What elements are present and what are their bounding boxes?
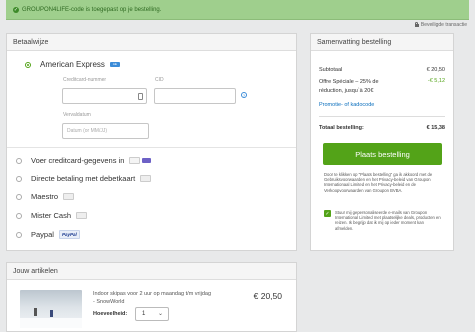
- debit-label: Directe betaling met debetkaart: [31, 174, 136, 183]
- quantity-select[interactable]: 1 ⌄: [135, 307, 169, 321]
- promo-row: Promotie- of kadocode: [319, 102, 445, 108]
- newsletter-text: Stuur mij gepersonaliseerde e-mails van …: [335, 210, 441, 231]
- maestro-label: Maestro: [31, 192, 59, 201]
- subtotal-label: Subtotaal: [319, 67, 343, 73]
- payment-option-creditcard[interactable]: Voer creditcard-gegevens in: [16, 156, 152, 165]
- quantity-label: Hoeveelheid:: [93, 311, 128, 317]
- creditcard-radio[interactable]: [16, 157, 22, 164]
- item-title: Indoor skipas voor 2 uur op maandag t/m …: [93, 291, 212, 305]
- discount-row: Offre Spéciale – 25% de réduction, jusqu…: [319, 78, 445, 96]
- subtotal-value: € 20,50: [426, 67, 445, 73]
- expiry-field[interactable]: Datum (or MM/JJ): [62, 123, 149, 139]
- payment-option-maestro[interactable]: Maestro: [16, 192, 75, 201]
- maestro-radio[interactable]: [16, 193, 22, 200]
- paypal-label: Paypal: [31, 230, 54, 239]
- mistercash-radio[interactable]: [16, 212, 22, 219]
- debit-radio[interactable]: [16, 175, 22, 182]
- debit-logo-icon: [140, 175, 152, 182]
- card-number-field[interactable]: [62, 88, 147, 104]
- terms-text: Door te klikken op "Plaats bestelling" g…: [324, 172, 433, 193]
- check-icon: ✓: [13, 6, 19, 13]
- expiry-label: Vervaldatum: [63, 112, 91, 118]
- maestro-logo-icon: [63, 193, 75, 200]
- total-value: € 15,38: [426, 125, 445, 131]
- promo-code-link[interactable]: Promotie- of kadocode: [319, 102, 374, 108]
- subtotal-row: Subtotaal € 20,50: [319, 67, 445, 73]
- payment-panel: Betaalwijze American Express AE Creditca…: [6, 33, 297, 251]
- discount-value: -€ 5,12: [427, 78, 445, 84]
- paypal-radio[interactable]: [16, 231, 22, 238]
- amex-radio[interactable]: [25, 61, 31, 68]
- payment-option-paypal[interactable]: Paypal PayPal: [16, 230, 80, 239]
- amex-label: American Express: [40, 60, 105, 69]
- mastercard-logo-icon: [142, 158, 152, 163]
- visa-logo-icon: [129, 157, 141, 164]
- card-icon: [138, 93, 143, 100]
- total-row: Totaal bestelling: € 15,38: [319, 125, 445, 131]
- payment-option-debit[interactable]: Directe betaling met debetkaart: [16, 174, 152, 183]
- item-image: [20, 290, 82, 328]
- place-order-button[interactable]: Plaats bestelling: [323, 143, 442, 165]
- banner-text: GROUPON4LIFE-code is toegepast op je bes…: [22, 6, 162, 13]
- total-label: Totaal bestelling:: [319, 125, 364, 131]
- quantity-value: 1: [142, 311, 146, 317]
- items-heading: Jouw artikelen: [7, 263, 296, 280]
- paypal-logo-icon: PayPal: [58, 230, 80, 239]
- lock-icon: [414, 21, 419, 27]
- payment-option-amex[interactable]: American Express AE: [25, 60, 120, 69]
- discount-label: Offre Spéciale – 25% de réduction, jusqu…: [319, 79, 379, 94]
- help-icon[interactable]: ?: [241, 92, 247, 98]
- chevron-down-icon: ⌄: [157, 311, 163, 317]
- payment-heading: Betaalwijze: [7, 34, 296, 51]
- payment-option-mistercash[interactable]: Mister Cash: [16, 211, 88, 220]
- creditcard-label: Voer creditcard-gegevens in: [31, 156, 125, 165]
- cid-field[interactable]: [154, 88, 236, 104]
- card-number-label: Creditcard-nummer: [63, 77, 107, 83]
- items-panel: Jouw artikelen Indoor skipas voor 2 uur …: [6, 262, 297, 332]
- newsletter-checkbox[interactable]: ✓: [324, 210, 331, 217]
- promo-applied-banner: ✓ GROUPON4LIFE-code is toegepast op je b…: [6, 0, 469, 20]
- mistercash-logo-icon: [76, 212, 88, 219]
- secure-text: Beveiligde transactie: [420, 22, 467, 28]
- summary-heading: Samenvatting bestelling: [311, 34, 453, 51]
- secure-transaction: Beveiligde transactie: [414, 21, 467, 28]
- cid-label: CID: [155, 77, 164, 83]
- summary-panel: Samenvatting bestelling Subtotaal € 20,5…: [310, 33, 454, 251]
- mistercash-label: Mister Cash: [31, 211, 72, 220]
- item-price: € 20,50: [253, 291, 282, 301]
- amex-logo-icon: AE: [109, 62, 120, 67]
